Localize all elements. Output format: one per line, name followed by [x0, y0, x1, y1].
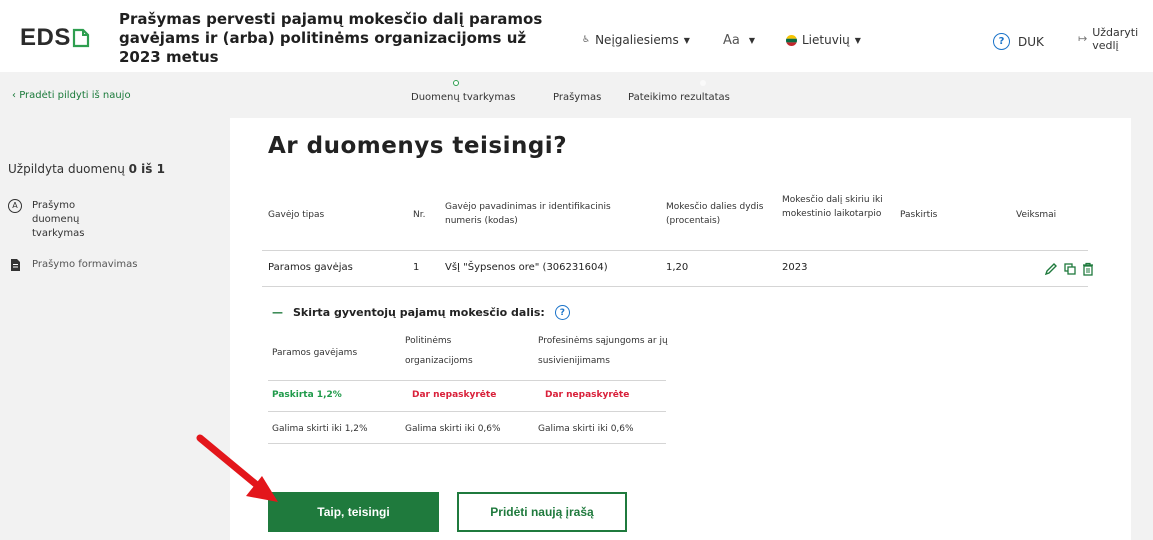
- logo-text: EDS: [20, 24, 71, 51]
- language-menu[interactable]: Lietuvių ▼: [786, 33, 861, 47]
- step-indicator-active: [453, 80, 459, 86]
- col-header-purpose: Paskirtis: [900, 210, 938, 220]
- step-data-management[interactable]: Duomenų tvarkymas: [411, 92, 515, 103]
- accessibility-label: Neįgaliesiems: [595, 33, 679, 47]
- step-badge: A: [8, 199, 22, 213]
- table-divider: [262, 250, 1088, 251]
- col-header-until: Mokesčio dalį skiriu iki mokestinio laik…: [782, 195, 883, 219]
- sub-header-recipients: Paramos gavėjams: [272, 348, 358, 358]
- step-indicator: [700, 80, 706, 86]
- help-icon: ?: [993, 33, 1010, 50]
- page-title: Prašymas pervesti pajamų mokesčio dalį p…: [119, 10, 543, 66]
- collapse-icon[interactable]: —: [272, 306, 283, 319]
- lithuania-flag-icon: [786, 34, 797, 46]
- step-indicator: [559, 80, 565, 86]
- sub-header-political: Politinėms organizacijoms: [405, 336, 473, 366]
- cell-percent: 1,20: [666, 262, 689, 273]
- wizard-steps: Duomenų tvarkymas Prašymas Pateikimo rez…: [400, 72, 780, 118]
- font-size-menu[interactable]: Aa ▼: [723, 33, 755, 48]
- sub-divider: [268, 380, 666, 381]
- sidebar-item-label: Prašymo formavimas: [32, 259, 138, 270]
- available-unions: Galima skirti iki 0,6%: [538, 424, 634, 434]
- sidebar-item-label: Prašymo duomenų tvarkymas: [32, 200, 85, 239]
- col-header-percent: Mokesčio dalies dydis (procentais): [666, 202, 764, 226]
- document-icon: [72, 28, 89, 48]
- main-title: Ar duomenys teisingi?: [268, 133, 568, 159]
- sub-divider: [268, 411, 666, 412]
- section-title: Skirta gyventojų pajamų mokesčio dalis:: [293, 306, 545, 319]
- close-wizard-label: Uždaryti vedlį: [1092, 26, 1139, 52]
- assigned-political: Dar nepaskyrėte: [412, 390, 497, 400]
- chevron-down-icon: ▼: [854, 35, 861, 45]
- document-icon: [11, 259, 20, 271]
- edit-icon[interactable]: [1044, 262, 1058, 276]
- restart-link[interactable]: ‹ Pradėti pildyti iš naujo: [12, 90, 131, 101]
- progress-value: 0 iš 1: [128, 162, 165, 176]
- chevron-left-icon: ‹: [12, 90, 16, 101]
- faq-label: DUK: [1018, 34, 1044, 49]
- accessibility-menu[interactable]: ♿ Neįgaliesiems ▼: [582, 33, 690, 47]
- copy-icon[interactable]: [1063, 262, 1077, 276]
- available-political: Galima skirti iki 0,6%: [405, 424, 501, 434]
- step-request[interactable]: Prašymas: [553, 92, 601, 103]
- header: EDS Prašymas pervesti pajamų mokesčio da…: [0, 0, 1153, 72]
- progress-prefix: Užpildyta duomenų: [8, 162, 125, 176]
- step-results[interactable]: Pateikimo rezultatas: [628, 92, 730, 103]
- add-entry-button[interactable]: Pridėti naują įrašą: [457, 492, 627, 532]
- red-arrow-annotation: [196, 434, 278, 502]
- accessibility-icon: ♿: [582, 35, 591, 45]
- col-header-nr: Nr.: [413, 210, 426, 220]
- cell-until: 2023: [782, 262, 808, 273]
- cell-recipient: VšĮ "Šypsenos ore" (306231604): [445, 262, 608, 273]
- chevron-down-icon: ▼: [748, 36, 756, 45]
- cell-type: Paramos gavėjas: [268, 262, 353, 273]
- sub-header-unions: Profesinėms sąjungoms ar jų susivienijim…: [538, 336, 668, 366]
- col-header-type: Gavėjo tipas: [268, 210, 325, 220]
- table-divider: [262, 286, 1088, 287]
- assigned-recipients: Paskirta 1,2%: [272, 390, 342, 400]
- restart-label: Pradėti pildyti iš naujo: [19, 90, 131, 101]
- sub-divider: [268, 443, 666, 444]
- font-size-label: Aa: [723, 33, 740, 48]
- sidebar-item-data-management[interactable]: A Prašymo duomenų tvarkymas: [8, 199, 122, 241]
- cell-nr: 1: [413, 262, 420, 273]
- language-label: Lietuvių: [802, 33, 850, 47]
- progress-text: Užpildyta duomenų 0 iš 1: [8, 162, 165, 176]
- exit-icon: ↦: [1078, 32, 1088, 45]
- right-gutter: [1131, 118, 1153, 540]
- chevron-down-icon: ▼: [683, 35, 690, 45]
- close-wizard-link[interactable]: ↦ Uždaryti vedlį: [1078, 26, 1139, 52]
- assigned-unions: Dar nepaskyrėte: [545, 390, 630, 400]
- delete-icon[interactable]: [1081, 262, 1095, 276]
- col-header-recipient: Gavėjo pavadinimas ir identifikacinis nu…: [445, 202, 611, 226]
- help-icon[interactable]: ?: [554, 305, 570, 320]
- wizard-bar: ‹ Pradėti pildyti iš naujo Duomenų tvark…: [0, 72, 1153, 118]
- col-header-actions: Veiksmai: [1016, 210, 1057, 220]
- sidebar-item-form[interactable]: Prašymo formavimas: [8, 258, 137, 272]
- faq-link[interactable]: ? DUK: [993, 33, 1044, 50]
- allocation-section-header[interactable]: — Skirta gyventojų pajamų mokesčio dalis…: [272, 305, 570, 320]
- eds-logo[interactable]: EDS: [20, 24, 90, 52]
- confirm-button[interactable]: Taip, teisingi: [268, 492, 439, 532]
